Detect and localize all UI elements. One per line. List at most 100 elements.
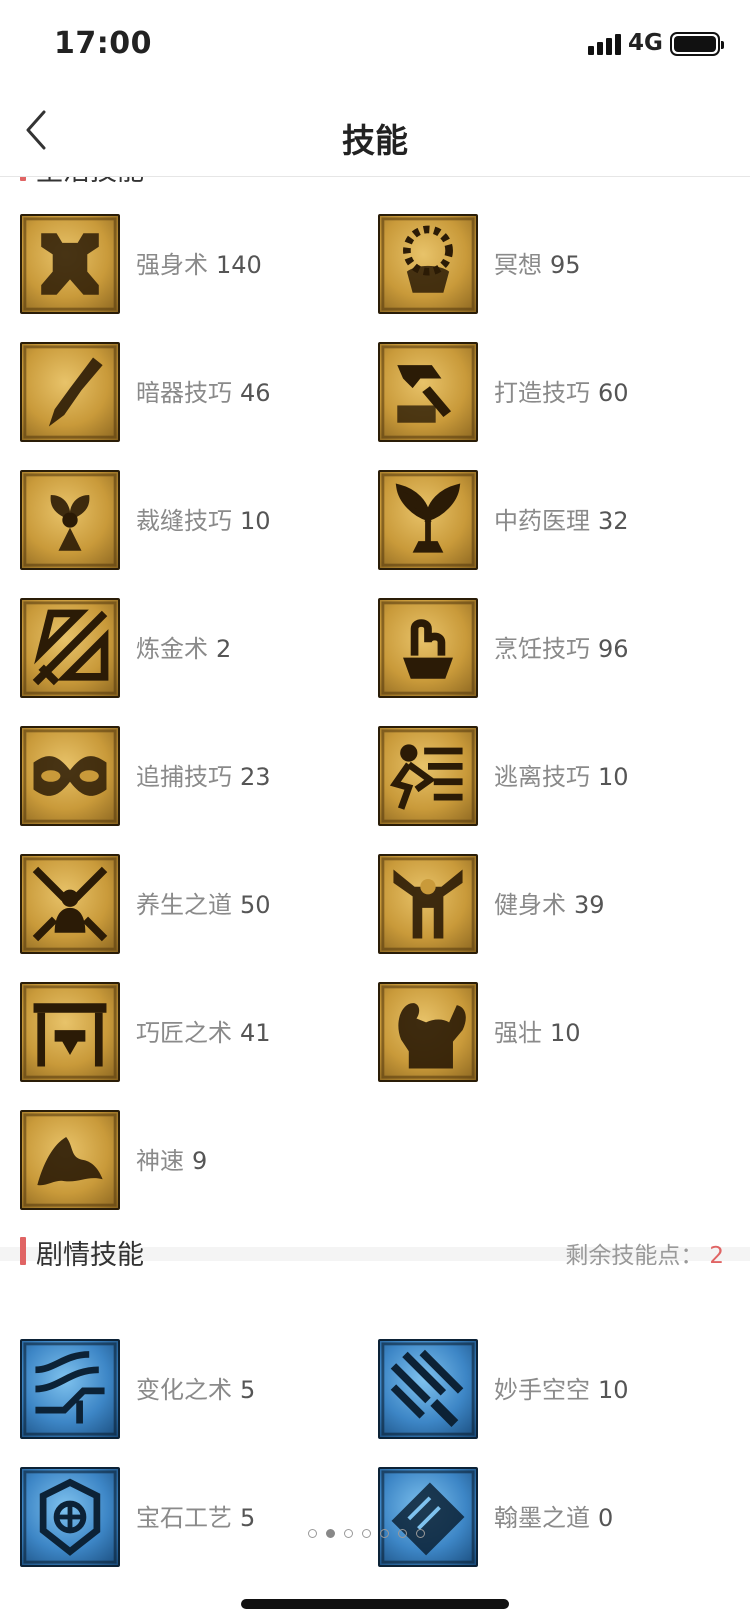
skill-label: 强壮 10 [494, 1013, 581, 1048]
skill-level: 5 [240, 1376, 256, 1404]
fitness-icon [378, 854, 478, 954]
skill-level: 10 [240, 507, 271, 535]
skill-label: 中药医理 32 [494, 501, 629, 536]
calligraphy-icon [378, 1467, 478, 1567]
skill-name: 健身术 [494, 891, 566, 919]
home-indicator [241, 1599, 509, 1609]
page-title: 技能 [342, 121, 408, 160]
page-dot[interactable] [416, 1529, 425, 1538]
page-dot[interactable] [308, 1529, 317, 1538]
skill-label: 健身术 39 [494, 885, 605, 920]
skill-label: 翰墨之道 0 [494, 1498, 613, 1533]
skill-item[interactable]: 打造技巧 60 [378, 342, 718, 442]
page-indicator [308, 1523, 434, 1538]
skill-item[interactable]: 翰墨之道 0 [378, 1467, 718, 1567]
skill-level: 96 [598, 635, 629, 663]
gem-craft-icon [20, 1467, 120, 1567]
health-cultivation-icon [20, 854, 120, 954]
skill-level: 0 [598, 1504, 614, 1532]
skill-item[interactable]: 中药医理 32 [378, 470, 718, 570]
skill-item[interactable]: 裁缝技巧 10 [20, 470, 360, 570]
skill-item[interactable]: 宝石工艺 5 [20, 1467, 360, 1567]
life-skills-title: 生活技能 [36, 177, 144, 188]
skill-name: 逃离技巧 [494, 763, 590, 791]
skill-name: 裁缝技巧 [136, 507, 232, 535]
skill-item[interactable]: 追捕技巧 23 [20, 726, 360, 826]
skill-level: 95 [550, 251, 581, 279]
forge-hammer-icon [378, 342, 478, 442]
skill-item[interactable]: 变化之术 5 [20, 1339, 360, 1439]
skill-level: 41 [240, 1019, 271, 1047]
skill-name: 变化之术 [136, 1376, 232, 1404]
status-bar: 17:00 4G [0, 0, 750, 88]
pursuit-icon [20, 726, 120, 826]
transformation-icon [20, 1339, 120, 1439]
network-type: 4G [628, 30, 663, 56]
status-time: 17:00 [54, 26, 152, 61]
page-dot[interactable] [398, 1529, 407, 1538]
story-skills-title: 剧情技能 [36, 1240, 144, 1271]
skill-level: 140 [216, 251, 262, 279]
fortify-icon [20, 214, 120, 314]
skills-scroll-area[interactable]: 生活技能 强身术 140 冥想 95 暗器技巧 46 打造技巧60 裁缝技巧 10 中药医理32 炼… [0, 177, 750, 1624]
skill-item[interactable]: 巧匠之术 41 [20, 982, 360, 1082]
skill-name: 暗器技巧 [136, 379, 232, 407]
herb-medicine-icon [378, 470, 478, 570]
meditation-icon [378, 214, 478, 314]
page-dot[interactable] [344, 1529, 353, 1538]
skill-name: 烹饪技巧 [494, 635, 590, 663]
skill-name: 炼金术 [136, 635, 208, 663]
remaining-points: 剩余技能点： 2 [565, 1236, 724, 1270]
skill-name: 强身术 [136, 251, 208, 279]
skill-name: 打造技巧 [494, 379, 590, 407]
skill-name: 中药医理 [494, 507, 590, 535]
skill-name: 翰墨之道 [494, 1504, 590, 1532]
skill-item[interactable]: 逃离技巧 10 [378, 726, 718, 826]
remaining-points-value: 2 [709, 1243, 724, 1269]
section-accent-bar [20, 1237, 26, 1265]
skill-item[interactable]: 神速 9 [20, 1110, 360, 1210]
page-dot[interactable] [326, 1529, 335, 1538]
skill-label: 神速 9 [136, 1141, 207, 1176]
page-dot[interactable] [362, 1529, 371, 1538]
skill-level: 10 [598, 763, 629, 791]
skill-level: 23 [240, 763, 271, 791]
skill-item[interactable]: 强壮 10 [378, 982, 718, 1082]
skill-name: 养生之道 [136, 891, 232, 919]
page-dot[interactable] [380, 1529, 389, 1538]
skill-label: 变化之术 5 [136, 1370, 255, 1405]
pickpocket-icon [378, 1339, 478, 1439]
skill-label: 巧匠之术 41 [136, 1013, 271, 1048]
skill-item[interactable]: 妙手空空 10 [378, 1339, 718, 1439]
skill-item[interactable]: 烹饪技巧 96 [378, 598, 718, 698]
skill-item[interactable]: 冥想 95 [378, 214, 718, 314]
skill-level: 2 [216, 635, 232, 663]
alchemy-icon [20, 598, 120, 698]
skill-name: 冥想 [494, 251, 542, 279]
skill-level: 10 [598, 1376, 629, 1404]
skill-label: 冥想 95 [494, 245, 581, 280]
skill-level: 46 [240, 379, 271, 407]
skill-label: 炼金术 2 [136, 629, 231, 664]
skill-label: 打造技巧 60 [494, 373, 629, 408]
skill-item[interactable]: 健身术 39 [378, 854, 718, 954]
skill-name: 强壮 [494, 1019, 542, 1047]
skill-label: 妙手空空 10 [494, 1370, 629, 1405]
skill-name: 神速 [136, 1147, 184, 1175]
skill-item[interactable]: 强身术 140 [20, 214, 360, 314]
section-accent-bar [20, 177, 26, 181]
swiftness-icon [20, 1110, 120, 1210]
skill-name: 妙手空空 [494, 1376, 590, 1404]
skill-item[interactable]: 炼金术 2 [20, 598, 360, 698]
skill-label: 烹饪技巧 96 [494, 629, 629, 664]
skill-item[interactable]: 养生之道 50 [20, 854, 360, 954]
cooking-icon [378, 598, 478, 698]
skill-level: 10 [550, 1019, 581, 1047]
life-skills-header: 生活技能 [0, 177, 750, 197]
skill-item[interactable]: 暗器技巧 46 [20, 342, 360, 442]
battery-icon [670, 32, 724, 56]
skill-label: 宝石工艺 5 [136, 1498, 255, 1533]
remaining-points-label: 剩余技能点： [565, 1243, 704, 1269]
skill-level: 39 [574, 891, 605, 919]
skill-level: 50 [240, 891, 271, 919]
